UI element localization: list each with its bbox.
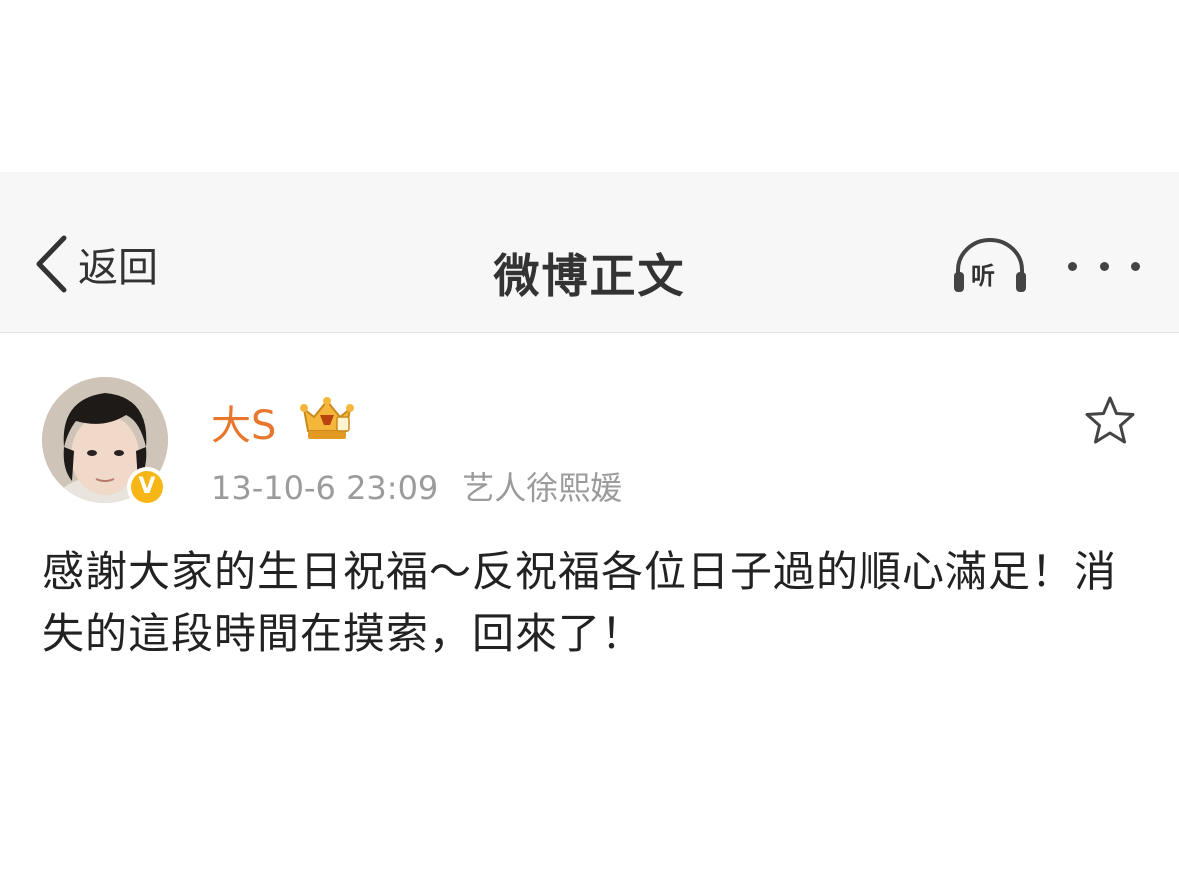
weibo-post: V 大S 13-10-6 23:09 艺人徐熙媛 感謝大家的生日祝福～反祝福各位日… [0,333,1179,885]
more-dots-icon [1131,261,1140,271]
navigation-bar: 返回 微博正文 听 [0,172,1179,333]
post-source: 艺人徐熙媛 [462,469,623,507]
verified-badge: V [127,467,167,507]
post-meta: 13-10-6 23:09 艺人徐熙媛 [211,463,622,509]
verified-v-icon: V [131,471,163,503]
more-dots-icon [1068,261,1077,271]
username[interactable]: 大S [211,393,276,451]
post-timestamp: 13-10-6 23:09 [211,469,439,507]
star-outline-icon [1085,396,1135,444]
status-bar-area [0,0,1179,172]
vip-crown-icon [300,397,354,439]
listen-button[interactable]: 听 [950,236,1030,296]
listen-label: 听 [971,262,995,290]
more-dots-icon [1099,261,1109,271]
more-options-button[interactable] [1068,254,1140,278]
post-content: 感謝大家的生日祝福～反祝福各位日子過的順心滿足！消失的這段時間在摸索，回來了！ [42,547,1118,658]
favorite-button[interactable] [1084,395,1136,447]
